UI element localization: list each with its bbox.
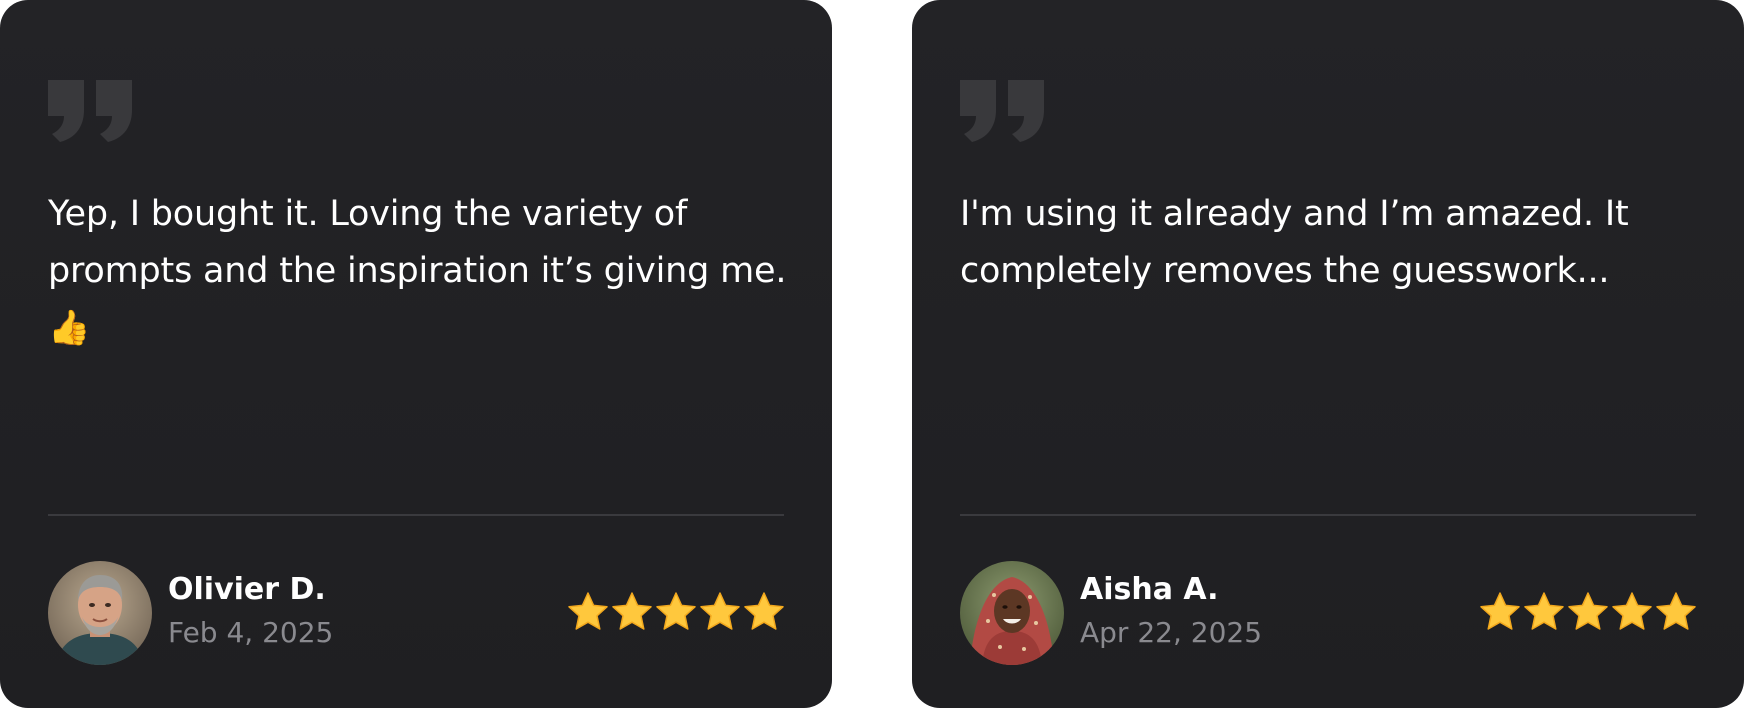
review-body: Yep, I bought it. Loving the variety of … [48,194,787,291]
review-date: Apr 22, 2025 [1080,616,1263,649]
review-date: Feb 4, 2025 [168,616,334,649]
star-icon [1612,592,1652,630]
star-icon [656,592,696,630]
testimonial-card: I'm using it already and I’m amazed. It … [912,0,1744,708]
star-icon [1480,592,1520,630]
star-icon [744,592,784,630]
star-icon [1568,592,1608,630]
author-name: Aisha A. [1080,572,1219,607]
divider [48,514,784,516]
divider [960,514,1696,516]
avatar [960,561,1064,665]
star-rating [1478,590,1698,634]
avatar [48,561,152,665]
review-text: Yep, I bought it. Loving the variety of … [48,186,808,357]
star-icon [1524,592,1564,630]
star-icon [568,592,608,630]
review-text: I'm using it already and I’m amazed. It … [960,186,1720,300]
avatar-olivier [48,561,152,665]
quote-icon [960,80,1044,142]
star-rating [566,590,786,634]
avatar-aisha [960,561,1064,665]
review-body: I'm using it already and I’m amazed. It … [960,194,1629,291]
thumbs-up-icon: 👍 [48,308,91,348]
testimonial-card: Yep, I bought it. Loving the variety of … [0,0,832,708]
author-name: Olivier D. [168,572,326,607]
star-icon [1656,592,1696,630]
quote-icon [48,80,132,142]
star-icon [700,592,740,630]
star-icon [612,592,652,630]
